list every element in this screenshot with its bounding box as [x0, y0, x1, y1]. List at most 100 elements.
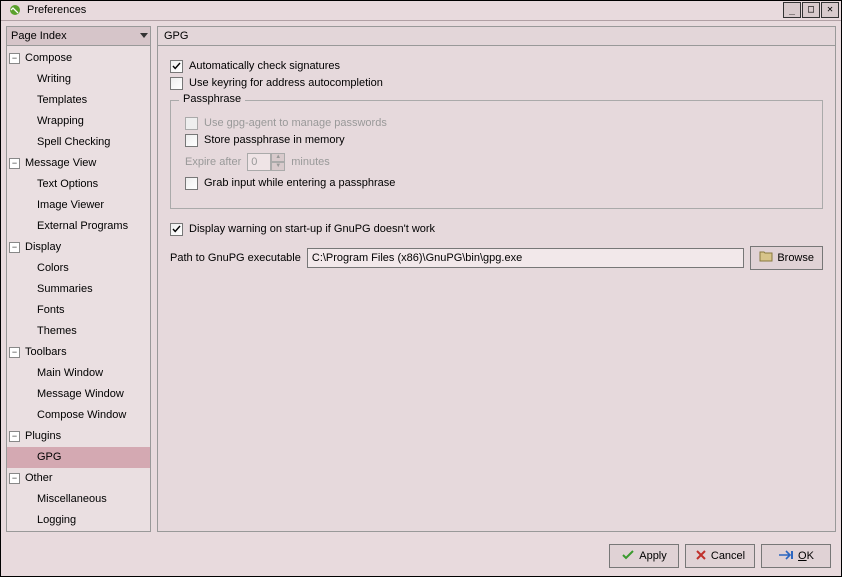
expire-label: Expire after [185, 156, 241, 168]
apply-label: Apply [639, 550, 667, 562]
ok-icon [778, 549, 794, 564]
collapse-icon[interactable]: − [9, 347, 20, 358]
tree-item-label: Message Window [37, 388, 124, 400]
tree-group-toolbars[interactable]: −Toolbars [7, 342, 150, 363]
browse-label: Browse [777, 252, 814, 264]
grab-input-label: Grab input while entering a passphrase [204, 177, 395, 189]
cancel-label: Cancel [711, 550, 745, 562]
sidebar-header[interactable]: Page Index [6, 26, 151, 46]
tree-item-text-options[interactable]: Text Options [7, 174, 150, 195]
check-signatures-row[interactable]: Automatically check signatures [170, 60, 823, 73]
collapse-icon[interactable]: − [9, 158, 20, 169]
tree-item-label: Spell Checking [37, 136, 110, 148]
tree-item-wrapping[interactable]: Wrapping [7, 111, 150, 132]
tree-item-miscellaneous[interactable]: Miscellaneous [7, 489, 150, 510]
tree-item-templates[interactable]: Templates [7, 90, 150, 111]
tree-item-writing[interactable]: Writing [7, 69, 150, 90]
expire-up-button: ▲ [271, 153, 285, 162]
window-title: Preferences [27, 4, 783, 16]
tree-item-spell-checking[interactable]: Spell Checking [7, 132, 150, 153]
expire-input [247, 153, 271, 171]
expire-unit: minutes [291, 156, 330, 168]
tree-group-other[interactable]: −Other [7, 468, 150, 489]
sidebar-header-label: Page Index [11, 30, 67, 42]
collapse-icon[interactable]: − [9, 431, 20, 442]
maximize-button[interactable]: □ [802, 2, 820, 18]
tree-item-label: Colors [37, 262, 69, 274]
collapse-icon[interactable]: − [9, 242, 20, 253]
warn-startup-checkbox[interactable] [170, 223, 183, 236]
app-icon [7, 2, 23, 18]
tree-item-label: Themes [37, 325, 77, 337]
use-keyring-row[interactable]: Use keyring for address autocompletion [170, 77, 823, 90]
use-agent-row: Use gpg-agent to manage passwords [185, 117, 808, 130]
check-icon [621, 549, 635, 564]
dialog-footer: Apply Cancel OK [1, 537, 841, 576]
tree-item-label: Writing [37, 73, 71, 85]
ok-label: OK [798, 550, 814, 562]
tree-item-label: Templates [37, 94, 87, 106]
tree-group-message-view[interactable]: −Message View [7, 153, 150, 174]
store-memory-row[interactable]: Store passphrase in memory [185, 134, 808, 147]
grab-input-row[interactable]: Grab input while entering a passphrase [185, 177, 808, 190]
tree-item-label: Logging [37, 514, 76, 526]
tree-item-summaries[interactable]: Summaries [7, 279, 150, 300]
expire-down-button: ▼ [271, 162, 285, 171]
tree-item-label: Fonts [37, 304, 65, 316]
tree-item-compose-window[interactable]: Compose Window [7, 405, 150, 426]
passphrase-fieldset: Passphrase Use gpg-agent to manage passw… [170, 100, 823, 209]
tree-group-plugins[interactable]: −Plugins [7, 426, 150, 447]
check-signatures-checkbox[interactable] [170, 60, 183, 73]
store-memory-checkbox[interactable] [185, 134, 198, 147]
minimize-button[interactable]: _ [783, 2, 801, 18]
chevron-down-icon [140, 33, 148, 38]
warn-startup-label: Display warning on start-up if GnuPG doe… [189, 223, 435, 235]
close-button[interactable]: ✕ [821, 2, 839, 18]
tree-item-external-programs[interactable]: External Programs [7, 216, 150, 237]
grab-input-checkbox[interactable] [185, 177, 198, 190]
tree-item-fonts[interactable]: Fonts [7, 300, 150, 321]
main-panel: GPG Automatically check signatures Use k… [157, 26, 836, 532]
tree-item-themes[interactable]: Themes [7, 321, 150, 342]
apply-button[interactable]: Apply [609, 544, 679, 568]
tree-item-label: Compose Window [37, 409, 126, 421]
tree-group-display[interactable]: −Display [7, 237, 150, 258]
store-memory-label: Store passphrase in memory [204, 134, 345, 146]
tree-item-label: Image Viewer [37, 199, 104, 211]
cancel-icon [695, 549, 707, 564]
preferences-window: Preferences _ □ ✕ Page Index −ComposeWri… [0, 0, 842, 577]
use-agent-label: Use gpg-agent to manage passwords [204, 117, 387, 129]
tree-item-label: Wrapping [37, 115, 84, 127]
panel-title: GPG [157, 26, 836, 46]
use-agent-checkbox [185, 117, 198, 130]
tree-item-gpg[interactable]: GPG [7, 447, 150, 468]
ok-button[interactable]: OK [761, 544, 831, 568]
tree-item-label: GPG [37, 451, 61, 463]
tree-group-label: Compose [25, 52, 72, 64]
tree-item-label: Text Options [37, 178, 98, 190]
browse-button[interactable]: Browse [750, 246, 823, 270]
cancel-button[interactable]: Cancel [685, 544, 755, 568]
tree-group-label: Plugins [25, 430, 61, 442]
tree-group-label: Other [25, 472, 53, 484]
path-input[interactable] [307, 248, 744, 268]
page-tree: −ComposeWritingTemplatesWrappingSpell Ch… [6, 46, 151, 532]
tree-item-logging[interactable]: Logging [7, 510, 150, 531]
check-signatures-label: Automatically check signatures [189, 60, 340, 72]
folder-icon [759, 250, 773, 265]
tree-item-label: Miscellaneous [37, 493, 107, 505]
tree-group-label: Message View [25, 157, 96, 169]
use-keyring-checkbox[interactable] [170, 77, 183, 90]
tree-group-compose[interactable]: −Compose [7, 48, 150, 69]
expire-spinner: ▲ ▼ [247, 153, 285, 171]
tree-item-message-window[interactable]: Message Window [7, 384, 150, 405]
warn-startup-row[interactable]: Display warning on start-up if GnuPG doe… [170, 223, 823, 236]
collapse-icon[interactable]: − [9, 53, 20, 64]
tree-item-colors[interactable]: Colors [7, 258, 150, 279]
tree-item-image-viewer[interactable]: Image Viewer [7, 195, 150, 216]
titlebar[interactable]: Preferences _ □ ✕ [1, 1, 841, 21]
tree-item-main-window[interactable]: Main Window [7, 363, 150, 384]
tree-group-label: Display [25, 241, 61, 253]
collapse-icon[interactable]: − [9, 473, 20, 484]
tree-group-label: Toolbars [25, 346, 67, 358]
